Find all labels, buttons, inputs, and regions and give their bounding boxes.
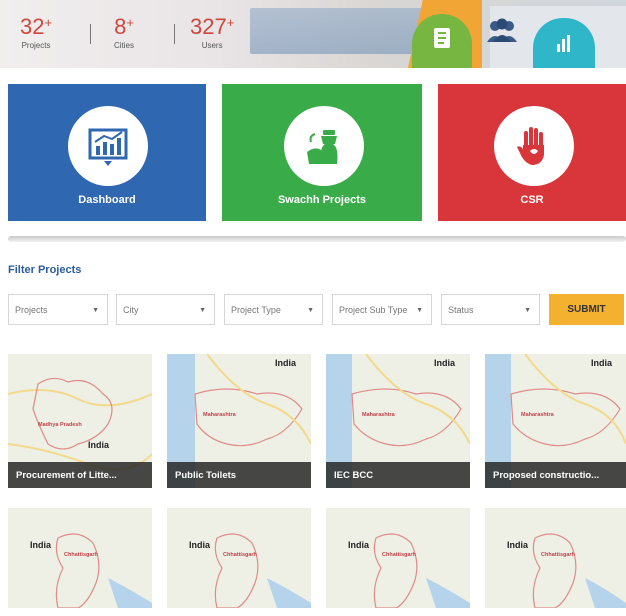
stat-cities-suffix: + [126,15,134,30]
map-country-label: India [189,540,211,550]
project-type-select-label: Project Type [231,305,281,315]
project-card[interactable]: India Chhattisgarh [326,508,470,608]
map-state-label: Chhattisgarh [223,552,257,558]
chevron-down-icon: ▼ [92,307,99,314]
project-card[interactable]: Maharashtra India Public Toilets [167,354,311,488]
stat-projects-value: 32 [20,14,45,39]
project-card[interactable]: Maharashtra India Proposed constructio..… [485,354,626,488]
map-country-label: India [30,540,52,550]
map-country-label: India [434,358,456,368]
map-country-label: India [275,358,297,368]
swachh-projects-label: Swachh Projects [277,194,367,206]
project-card[interactable]: India Chhattisgarh [8,508,152,608]
stat-divider [174,24,175,44]
map-state-label: Chhattisgarh [541,552,575,558]
swachh-projects-tile[interactable]: Swachh Projects [222,84,422,221]
project-sub-type-select[interactable]: Project Sub Type ▼ [332,294,432,325]
map-state-label: Chhattisgarh [382,552,416,558]
chevron-down-icon: ▼ [307,307,314,314]
chevron-down-icon: ▼ [416,307,423,314]
card-title: Proposed constructio... [485,462,626,488]
chart-icon [68,106,148,186]
dashboard-tile[interactable]: Dashboard [8,84,206,221]
projects-select-label: Projects [15,305,48,315]
stat-cities: 8+ Cities [114,14,135,50]
map-state-label: Maharashtra [203,412,236,418]
filter-projects-title: Filter Projects [8,264,82,276]
projects-select[interactable]: Projects ▼ [8,294,108,325]
stat-divider [90,24,91,44]
map-state-label: Maharashtra [521,412,554,418]
dashboard-label: Dashboard [78,194,136,206]
users-icon[interactable] [485,18,521,50]
card-title: IEC BCC [326,462,470,488]
chevron-down-icon: ▼ [199,307,206,314]
map-state-label: Madhya Pradesh [38,422,82,428]
map-country-label: India [507,540,529,550]
map-country-label: India [88,440,110,450]
map-state-label: Maharashtra [362,412,395,418]
report-badge[interactable] [412,14,472,68]
card-title: Procurement of Litte... [8,462,152,488]
city-select-label: City [123,305,139,315]
clipboard-icon [434,28,450,48]
hand-icon [494,106,574,186]
section-divider [8,236,626,242]
city-select[interactable]: City ▼ [116,294,215,325]
project-card[interactable]: Madhya Pradesh India Procurement of Litt… [8,354,152,488]
csr-label: CSR [520,194,544,206]
project-card[interactable]: India Chhattisgarh [485,508,626,608]
stat-users-suffix: + [226,15,235,30]
cleaning-icon [284,106,364,186]
analytics-badge[interactable] [533,18,595,68]
submit-button[interactable]: SUBMIT [549,294,624,325]
stat-users-label: Users [201,41,223,50]
stat-projects: 32+ Projects [20,14,53,50]
stat-projects-label: Projects [21,41,51,50]
stat-cities-value: 8 [114,14,127,39]
map-thumbnail [167,508,311,608]
csr-tile[interactable]: CSR [438,84,626,221]
bar-chart-icon [557,35,570,52]
stat-users-value: 327 [190,14,227,39]
card-title: Public Toilets [167,462,311,488]
stat-cities-label: Cities [114,41,135,50]
map-country-label: India [591,358,613,368]
stats-banner: 32+ Projects 8+ Cities 327+ Users [0,0,626,68]
project-type-select[interactable]: Project Type ▼ [224,294,323,325]
map-thumbnail [485,508,626,608]
project-card[interactable]: India Chhattisgarh [167,508,311,608]
stat-users: 327+ Users [190,14,235,50]
map-thumbnail [326,508,470,608]
project-card[interactable]: Maharashtra India IEC BCC [326,354,470,488]
chevron-down-icon: ▼ [524,307,531,314]
project-sub-type-select-label: Project Sub Type [339,305,408,315]
status-select[interactable]: Status ▼ [441,294,540,325]
map-country-label: India [348,540,370,550]
stat-projects-suffix: + [44,15,53,30]
map-state-label: Chhattisgarh [64,552,98,558]
map-thumbnail [8,508,152,608]
status-select-label: Status [448,305,474,315]
